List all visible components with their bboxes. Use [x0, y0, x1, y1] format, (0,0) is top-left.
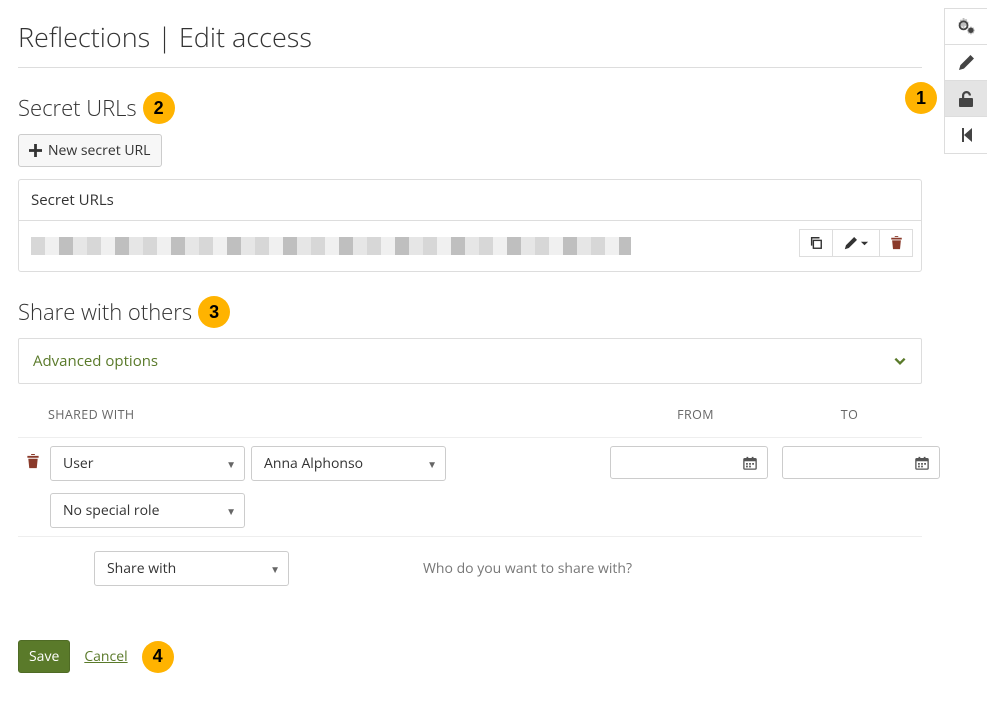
caret-down-icon: ▼	[427, 457, 437, 471]
delete-url-button[interactable]	[879, 229, 913, 257]
save-button[interactable]: Save	[18, 640, 70, 673]
calendar-icon	[743, 456, 757, 470]
trash-icon	[890, 236, 903, 250]
chevron-down-icon	[860, 239, 869, 248]
chevron-down-icon	[893, 354, 907, 368]
col-from: FROM	[608, 406, 783, 423]
secret-urls-heading: Secret URLs 2	[18, 92, 922, 124]
page-action-toolbar	[944, 8, 987, 154]
share-table-header: SHARED WITH FROM TO	[18, 392, 922, 437]
share-from-date[interactable]	[610, 446, 768, 479]
page-title: Reflections | Edit access	[18, 18, 922, 68]
calendar-icon	[915, 456, 929, 470]
toolbar-settings[interactable]	[945, 9, 987, 45]
form-footer: Save Cancel 4	[18, 640, 922, 673]
advanced-options-toggle[interactable]: Advanced options	[18, 338, 922, 384]
share-heading: Share with others 3	[18, 296, 922, 328]
col-shared-with: SHARED WITH	[48, 406, 608, 423]
gears-icon	[956, 18, 976, 36]
share-with-hint: Who do you want to share with?	[423, 559, 632, 578]
share-type-value: User	[63, 454, 93, 473]
share-person-select[interactable]: Anna Alphonso ▼	[251, 446, 446, 481]
toolbar-back[interactable]	[945, 117, 987, 153]
share-with-label: Share with	[107, 559, 176, 578]
copy-url-button[interactable]	[799, 229, 833, 257]
edit-url-button[interactable]	[832, 229, 880, 257]
share-with-select[interactable]: Share with ▼	[94, 551, 289, 586]
remove-share-button[interactable]	[22, 446, 44, 469]
callout-2: 2	[143, 92, 175, 124]
lock-open-icon	[958, 90, 974, 108]
share-to-date[interactable]	[782, 446, 940, 479]
pencil-icon	[844, 237, 857, 250]
secret-url-actions	[800, 229, 913, 257]
secret-urls-heading-text: Secret URLs	[18, 93, 137, 123]
callout-4: 4	[142, 641, 174, 673]
share-type-select[interactable]: User ▼	[50, 446, 245, 481]
caret-down-icon: ▼	[270, 562, 280, 576]
new-secret-url-button[interactable]: New secret URL	[18, 134, 162, 167]
share-add-row: Share with ▼ Who do you want to share wi…	[18, 536, 922, 604]
step-backward-icon	[959, 127, 973, 143]
share-role-value: No special role	[63, 501, 159, 520]
toolbar-edit[interactable]	[945, 45, 987, 81]
caret-down-icon: ▼	[226, 457, 236, 471]
new-secret-url-label: New secret URL	[48, 141, 151, 160]
callout-3: 3	[198, 296, 230, 328]
advanced-options-label: Advanced options	[33, 351, 158, 371]
share-role-select[interactable]: No special role ▼	[50, 493, 245, 528]
secret-urls-panel-title: Secret URLs	[19, 180, 921, 221]
share-person-value: Anna Alphonso	[264, 454, 363, 473]
share-row: User ▼ Anna Alphonso ▼ No special role ▼	[18, 437, 922, 536]
pencil-icon	[958, 55, 974, 71]
share-table: SHARED WITH FROM TO User ▼ Anna Alphonso…	[18, 392, 922, 604]
copy-icon	[809, 236, 823, 250]
secret-url-value-redacted	[31, 237, 631, 255]
secret-urls-panel: Secret URLs	[18, 179, 922, 272]
toolbar-edit-access[interactable]	[945, 81, 987, 117]
share-heading-text: Share with others	[18, 297, 192, 327]
caret-down-icon: ▼	[226, 504, 236, 518]
col-to: TO	[783, 406, 916, 423]
plus-icon	[29, 144, 42, 157]
cancel-link[interactable]: Cancel	[84, 647, 127, 666]
callout-1: 1	[905, 82, 937, 114]
